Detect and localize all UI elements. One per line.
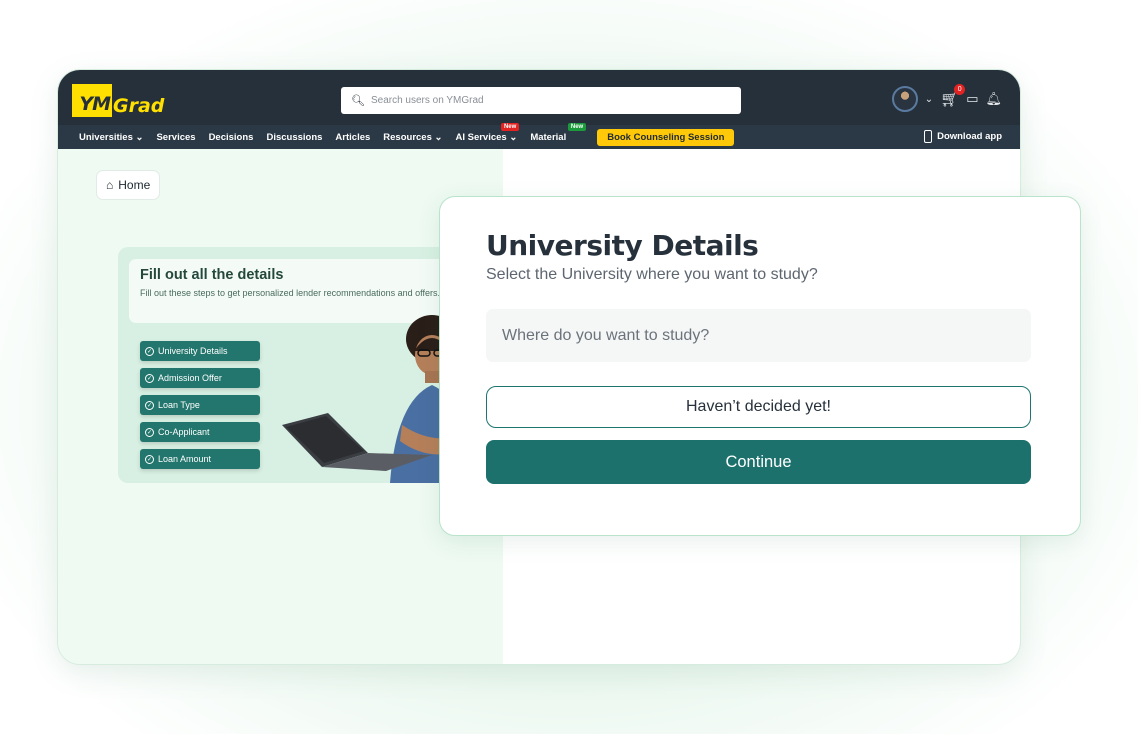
step-item: ✓ Admission Offer [140,368,260,388]
bell-icon[interactable]: 🔔︎ [985,91,1002,107]
university-details-modal: University Details Select the University… [439,196,1081,536]
download-app-link[interactable]: Download app [924,130,1002,143]
check-circle-icon: ✓ [145,346,154,356]
step-list: ✓ University Details ✓ Admission Offer ✓ Lo… [140,341,260,469]
check-circle-icon: ✓ [145,454,154,464]
wallet-icon[interactable]: ▭ [966,91,978,107]
chevron-down-icon[interactable]: ⌄ [925,94,933,105]
check-circle-icon: ✓ [145,400,154,410]
step-item: ✓ Loan Amount [140,449,260,469]
nav-decisions[interactable]: Decisions [209,132,254,143]
cart-badge: 0 [954,84,966,95]
content-left-panel: ⌂ Home Fill out all the details Fill out… [58,149,503,664]
nav-ai-services[interactable]: AI Services ⌄ New [455,122,520,143]
phone-icon [924,130,933,143]
modal-subtitle: Select the University where you want to … [486,266,818,283]
continue-button[interactable]: Continue [486,440,1031,484]
nav-material[interactable]: Material New [530,122,587,143]
nav-articles[interactable]: Articles [335,132,370,143]
breadcrumb-home-label: Home [118,178,151,192]
check-circle-icon: ✓ [145,427,154,437]
home-icon: ⌂ [106,178,114,192]
ymgrad-logo[interactable]: YM Grad [72,84,164,117]
nav-services[interactable]: Services [156,132,195,143]
new-badge: New [500,122,520,131]
cart-icon[interactable]: 🛒︎ 0 [940,84,966,108]
avatar[interactable] [891,86,918,112]
nav-universities[interactable]: Universities ⌄ [79,132,143,143]
havent-decided-button[interactable]: Haven’t decided yet! [486,386,1031,428]
nav-resources[interactable]: Resources ⌄ [383,132,442,143]
nav-discussions[interactable]: Discussions [266,132,322,143]
step-item: ✓ Co-Applicant [140,422,260,442]
check-circle-icon: ✓ [145,373,154,383]
download-app-label: Download app [937,131,1002,142]
breadcrumb-home[interactable]: ⌂ Home [96,170,161,200]
top-bar: YM Grad 🔍︎ Search users on YMGrad ⌄ 🛒︎ 0… [58,70,1020,125]
university-search-input[interactable] [486,309,1031,362]
new-badge: New [567,122,587,131]
logo-mark: YM [72,84,112,117]
step-item: ✓ Loan Type [140,395,260,415]
modal-title: University Details [486,229,759,262]
main-nav: Universities ⌄ Services Decisions Discus… [58,122,1020,149]
book-counseling-button[interactable]: Book Counseling Session [597,128,735,146]
step-item: ✓ University Details [140,341,260,361]
logo-wordmark: Grad [113,95,165,117]
promo-subtitle: Fill out these steps to get personalized… [140,288,441,298]
search-bar[interactable]: 🔍︎ Search users on YMGrad [341,87,741,114]
top-icons: ⌄ 🛒︎ 0 ▭ 🔔︎ [891,84,1002,112]
search-icon: 🔍︎ [351,95,365,107]
search-placeholder: Search users on YMGrad [370,95,484,106]
